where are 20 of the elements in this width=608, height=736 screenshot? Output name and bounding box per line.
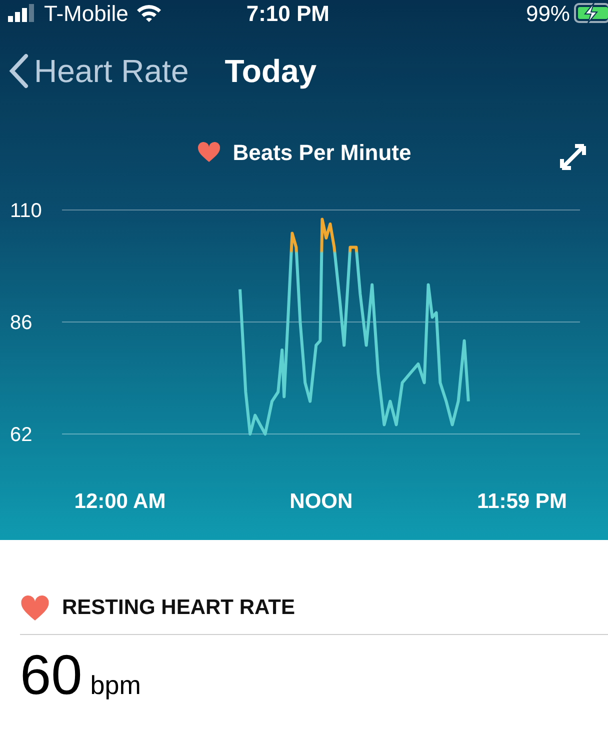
- heart-icon: [20, 594, 50, 622]
- heart-icon: [196, 141, 221, 163]
- page-title: Today: [224, 52, 317, 91]
- section-title: RESTING HEART RATE: [62, 595, 295, 621]
- y-tick-label: 62: [10, 424, 32, 446]
- battery-percent: 99%: [526, 0, 570, 28]
- back-button[interactable]: Heart Rate: [8, 47, 189, 95]
- signal-icon: [8, 4, 36, 22]
- y-tick-label: 110: [10, 200, 42, 222]
- wifi-icon: [136, 3, 162, 23]
- chart-legend: Beats Per Minute: [232, 136, 412, 168]
- carrier-name: T-Mobile: [44, 0, 128, 28]
- x-tick-label: 12:00 AM: [74, 490, 166, 513]
- y-tick-label: 86: [10, 312, 32, 334]
- unit-label: bpm: [90, 668, 141, 702]
- x-tick-label: 11:59 PM: [477, 490, 567, 513]
- back-chevron-icon: [8, 53, 30, 89]
- clock: 7:10 PM: [246, 0, 330, 28]
- resting-heart-rate-value: 60: [20, 646, 82, 702]
- x-tick-label: NOON: [290, 490, 353, 513]
